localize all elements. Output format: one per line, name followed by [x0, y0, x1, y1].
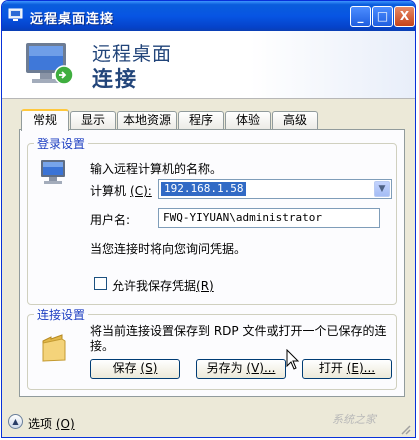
general-tab-panel: 登录设置 输入远程计算机的名称。 计算机 (C): 192.168.1.58 ▼ … [19, 129, 405, 397]
credentials-note: 当您连接时将向您询问凭据。 [90, 242, 247, 256]
minimize-button[interactable]: _ [350, 6, 371, 27]
username-label: 用户名: [90, 213, 131, 227]
title-bar[interactable]: 远程桌面连接 _ □ X [2, 1, 415, 31]
login-settings-title: 登录设置 [34, 135, 89, 152]
maximize-button[interactable]: □ [372, 6, 393, 27]
watermark-text: 系统之家 [332, 413, 376, 426]
save-credentials-label[interactable]: 允许我保存凭据(R) [112, 277, 214, 294]
options-button[interactable]: 选项 (O) [28, 415, 75, 432]
mouse-cursor-icon [286, 349, 300, 370]
banner: 远程桌面 连接 [2, 31, 415, 99]
window-title: 远程桌面连接 [30, 12, 115, 27]
tab-display[interactable]: 显示 [70, 111, 116, 129]
tab-programs[interactable]: 程序 [178, 111, 224, 129]
folder-icon [42, 334, 66, 362]
computer-label: 计算机 (C): [90, 184, 152, 198]
tab-advanced[interactable]: 高级 [272, 111, 318, 129]
login-prompt: 输入远程计算机的名称。 [90, 162, 223, 176]
save-button[interactable]: 保存 (S) [90, 359, 180, 379]
tab-local-resources[interactable]: 本地资源 [117, 111, 177, 129]
close-button[interactable]: X [394, 6, 415, 27]
computer-icon [41, 160, 65, 184]
banner-title-line2: 连接 [92, 67, 138, 91]
remote-desktop-window: 远程桌面连接 _ □ X 远程桌面 连接 常规 显示 本地资源 程序 体验 高级… [1, 0, 416, 438]
banner-title-line1: 远程桌面 [92, 43, 173, 65]
username-field[interactable]: FWQ-YIYUAN\administrator [158, 208, 380, 228]
remote-desktop-icon [8, 8, 23, 21]
options-toggle-icon[interactable]: ▲ [8, 414, 23, 429]
connection-description-line2: 接。 [90, 339, 115, 353]
computer-combobox[interactable]: 192.168.1.58 ▼ [158, 179, 392, 199]
connection-settings-title: 连接设置 [34, 306, 89, 323]
monitor-connect-icon [26, 43, 74, 85]
chevron-down-icon[interactable]: ▼ [374, 181, 390, 197]
open-button[interactable]: 打开 (E)... [302, 359, 392, 379]
connection-settings-group: 连接设置 将当前连接设置保存到 RDP 文件或打开一个已保存的连 接。 保存 (… [27, 306, 397, 390]
save-credentials-checkbox[interactable] [94, 277, 107, 290]
connection-description-line1: 将当前连接设置保存到 RDP 文件或打开一个已保存的连 [90, 324, 387, 338]
save-as-button[interactable]: 另存为 (V)... [196, 359, 286, 379]
computer-value: 192.168.1.58 [161, 182, 247, 196]
tab-experience[interactable]: 体验 [225, 111, 271, 129]
resize-grip-icon[interactable] [399, 423, 411, 435]
login-settings-group: 登录设置 输入远程计算机的名称。 计算机 (C): 192.168.1.58 ▼ … [27, 135, 397, 305]
tab-general[interactable]: 常规 [21, 109, 69, 131]
